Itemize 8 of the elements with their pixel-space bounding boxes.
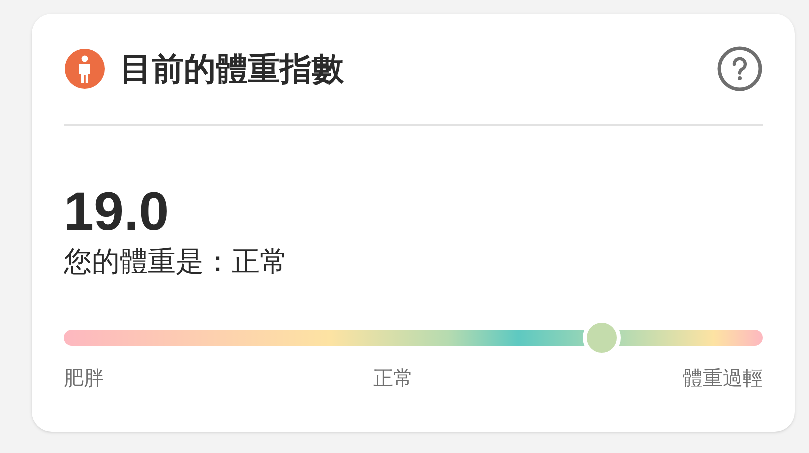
- help-icon[interactable]: [717, 46, 763, 92]
- scale-label: 體重過輕: [683, 367, 763, 392]
- bmi-value: 19.0: [64, 182, 170, 242]
- scale-label: 正常: [374, 367, 414, 392]
- card-title: 目前的體重指數: [120, 50, 344, 89]
- status-text: 您的體重是：正常: [64, 245, 289, 279]
- scale-label: 肥胖: [64, 367, 104, 392]
- person-icon: [64, 48, 106, 90]
